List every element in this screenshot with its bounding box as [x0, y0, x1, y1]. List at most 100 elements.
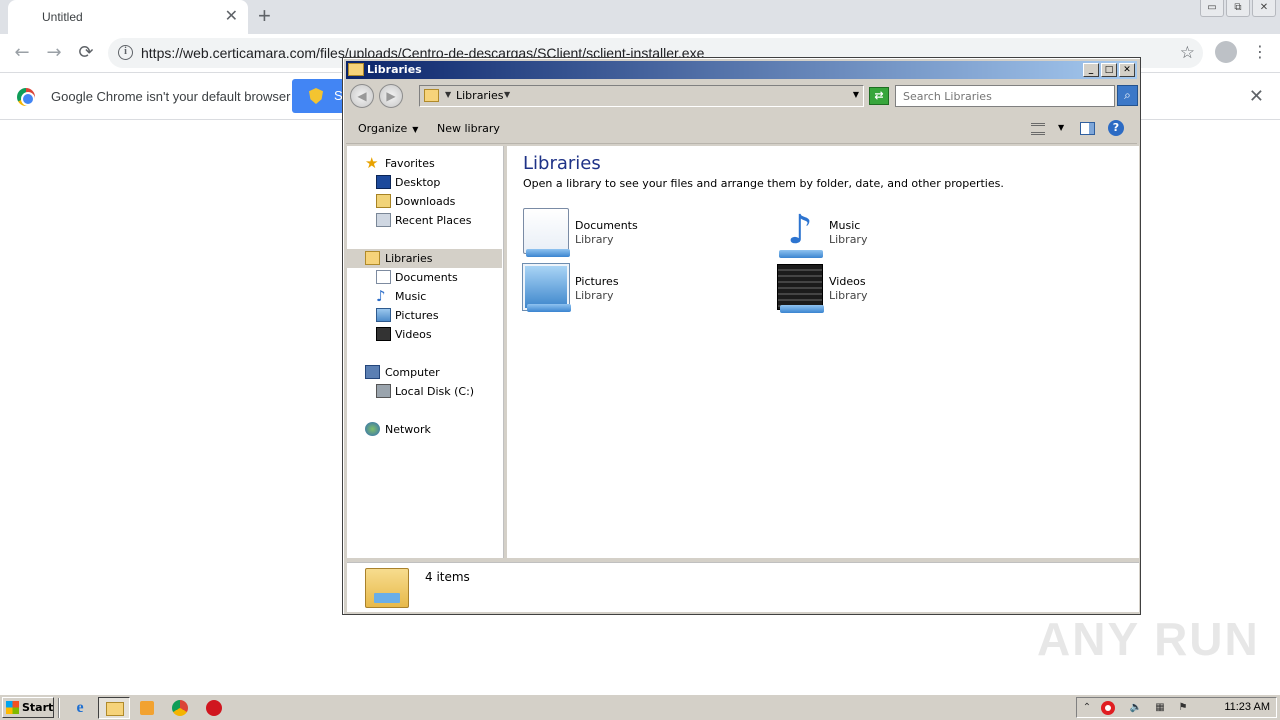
pictures-icon: [376, 308, 391, 322]
network-tray-icon[interactable]: ▦: [1153, 701, 1167, 715]
stop-icon[interactable]: [204, 698, 224, 718]
windows-explorer-taskbar-button[interactable]: [98, 697, 130, 719]
close-window-button[interactable]: ✕: [1252, 0, 1276, 17]
explorer-maximize-button[interactable]: □: [1101, 63, 1117, 77]
clock[interactable]: 11:23 AM: [1224, 701, 1270, 713]
nav-item-network[interactable]: Network: [347, 420, 502, 439]
start-button[interactable]: Start: [2, 697, 54, 718]
help-icon[interactable]: ?: [1108, 120, 1124, 136]
explorer-close-button[interactable]: ✕: [1119, 63, 1135, 77]
profile-avatar[interactable]: [1215, 41, 1237, 63]
content-subtitle: Open a library to see your files and arr…: [523, 177, 1004, 190]
library-tile-documents[interactable]: Documents Library: [523, 208, 763, 258]
network-icon: [365, 422, 380, 436]
videos-icon: [376, 327, 391, 341]
show-hidden-icons-chevron-icon[interactable]: ⌃: [1080, 701, 1094, 715]
volume-icon[interactable]: 🔈: [1129, 701, 1143, 715]
nav-label: Music: [395, 290, 427, 303]
videos-library-icon: [777, 264, 824, 313]
explorer-title-buttons: _ □ ✕: [1083, 63, 1135, 77]
nav-label: Pictures: [395, 309, 439, 322]
taskbar-separator: [58, 698, 60, 718]
library-type: Library: [829, 289, 868, 302]
internet-explorer-icon[interactable]: e: [70, 698, 90, 718]
nav-item-documents[interactable]: Documents: [347, 268, 502, 287]
bookmark-star-icon[interactable]: ☆: [1180, 43, 1195, 63]
tab-title: Untitled: [42, 10, 83, 24]
nav-item-desktop[interactable]: Desktop: [347, 173, 502, 192]
nav-item-music[interactable]: ♪ Music: [347, 287, 502, 306]
explorer-address-box[interactable]: ▼ Libraries ▼ ▼: [419, 85, 864, 107]
breadcrumb-chevron-icon[interactable]: ▼: [504, 90, 510, 99]
nav-label: Local Disk (C:): [395, 385, 475, 398]
system-tray: ⌃ 🔈 ▦ ⚑ 11:23 AM: [1076, 697, 1277, 718]
chrome-taskbar-icon[interactable]: [170, 698, 190, 718]
tab-close-icon[interactable]: ✕: [225, 8, 238, 24]
library-name: Documents: [575, 219, 638, 232]
explorer-title: Libraries: [367, 63, 422, 76]
library-tile-music[interactable]: ♪ Music Library: [777, 208, 1017, 258]
nav-label: Desktop: [395, 176, 441, 189]
local-disk-icon: [376, 384, 391, 398]
nav-label: Favorites: [385, 157, 435, 170]
documents-icon: [376, 270, 391, 284]
nav-item-local-disk[interactable]: Local Disk (C:): [347, 382, 502, 401]
nav-item-libraries[interactable]: Libraries: [347, 249, 502, 268]
breadcrumb-libraries[interactable]: Libraries: [456, 89, 504, 102]
browser-menu-icon[interactable]: ⋮: [1252, 40, 1268, 64]
action-center-flag-icon[interactable]: ⚑: [1176, 701, 1190, 715]
music-library-icon: ♪: [777, 208, 823, 258]
address-history-dropdown-icon[interactable]: ▼: [853, 90, 859, 99]
library-type: Library: [575, 233, 614, 246]
organize-button[interactable]: Organize ▼: [358, 122, 418, 135]
library-type: Library: [829, 233, 868, 246]
library-tile-pictures[interactable]: Pictures Library: [523, 264, 763, 314]
view-options-chevron-icon[interactable]: ▼: [1058, 123, 1064, 132]
explorer-forward-button[interactable]: ▶: [379, 84, 403, 108]
new-library-button[interactable]: New library: [437, 122, 500, 135]
refresh-icon[interactable]: ⇄: [869, 87, 889, 105]
recent-places-icon: [376, 213, 391, 227]
pictures-library-icon: [523, 264, 571, 312]
library-tile-videos[interactable]: Videos Library: [777, 264, 1017, 314]
explorer-back-button[interactable]: ◀: [350, 84, 374, 108]
downloads-icon: [376, 194, 391, 208]
explorer-titlebar[interactable]: Libraries _ □ ✕: [346, 61, 1137, 79]
libraries-folder-icon: [365, 568, 409, 608]
restore-button[interactable]: ⧉: [1226, 0, 1250, 17]
breadcrumb-root-chevron-icon[interactable]: ▼: [445, 90, 451, 99]
search-box[interactable]: [895, 85, 1115, 107]
nav-item-videos[interactable]: Videos: [347, 325, 502, 344]
nav-label: Videos: [395, 328, 432, 341]
back-button[interactable]: ←: [10, 41, 34, 65]
nav-item-recent-places[interactable]: Recent Places: [347, 211, 502, 230]
change-view-icon[interactable]: [1031, 123, 1045, 135]
explorer-address-row: ◀ ▶ ▼ Libraries ▼ ▼ ⇄ ⌕: [346, 81, 1138, 111]
search-input[interactable]: [896, 86, 1114, 106]
infobar-close-icon[interactable]: ✕: [1249, 86, 1264, 107]
media-player-icon[interactable]: [137, 698, 157, 718]
site-info-icon[interactable]: i: [118, 45, 133, 60]
library-name: Pictures: [575, 275, 619, 288]
windows-logo-icon: [6, 701, 19, 714]
libraries-folder-icon: [348, 63, 364, 76]
library-name: Music: [829, 219, 861, 232]
nav-item-computer[interactable]: Computer: [347, 363, 502, 382]
nav-item-favorites[interactable]: ★ Favorites: [347, 154, 502, 173]
nav-item-pictures[interactable]: Pictures: [347, 306, 502, 325]
preview-pane-icon[interactable]: [1080, 122, 1095, 135]
library-type: Library: [575, 289, 614, 302]
recording-icon[interactable]: [1101, 701, 1115, 715]
search-icon[interactable]: ⌕: [1117, 85, 1138, 106]
minimize-button[interactable]: ▭: [1200, 0, 1224, 17]
new-tab-button[interactable]: +: [258, 5, 271, 27]
uac-shield-icon: [309, 88, 323, 104]
browser-tab[interactable]: Untitled ✕: [8, 0, 248, 34]
content-heading: Libraries: [523, 153, 601, 174]
reload-button[interactable]: ⟳: [74, 41, 98, 65]
forward-button[interactable]: →: [42, 41, 66, 65]
nav-item-downloads[interactable]: Downloads: [347, 192, 502, 211]
organize-label: Organize: [358, 122, 408, 135]
start-label: Start: [22, 701, 54, 714]
explorer-minimize-button[interactable]: _: [1083, 63, 1099, 77]
